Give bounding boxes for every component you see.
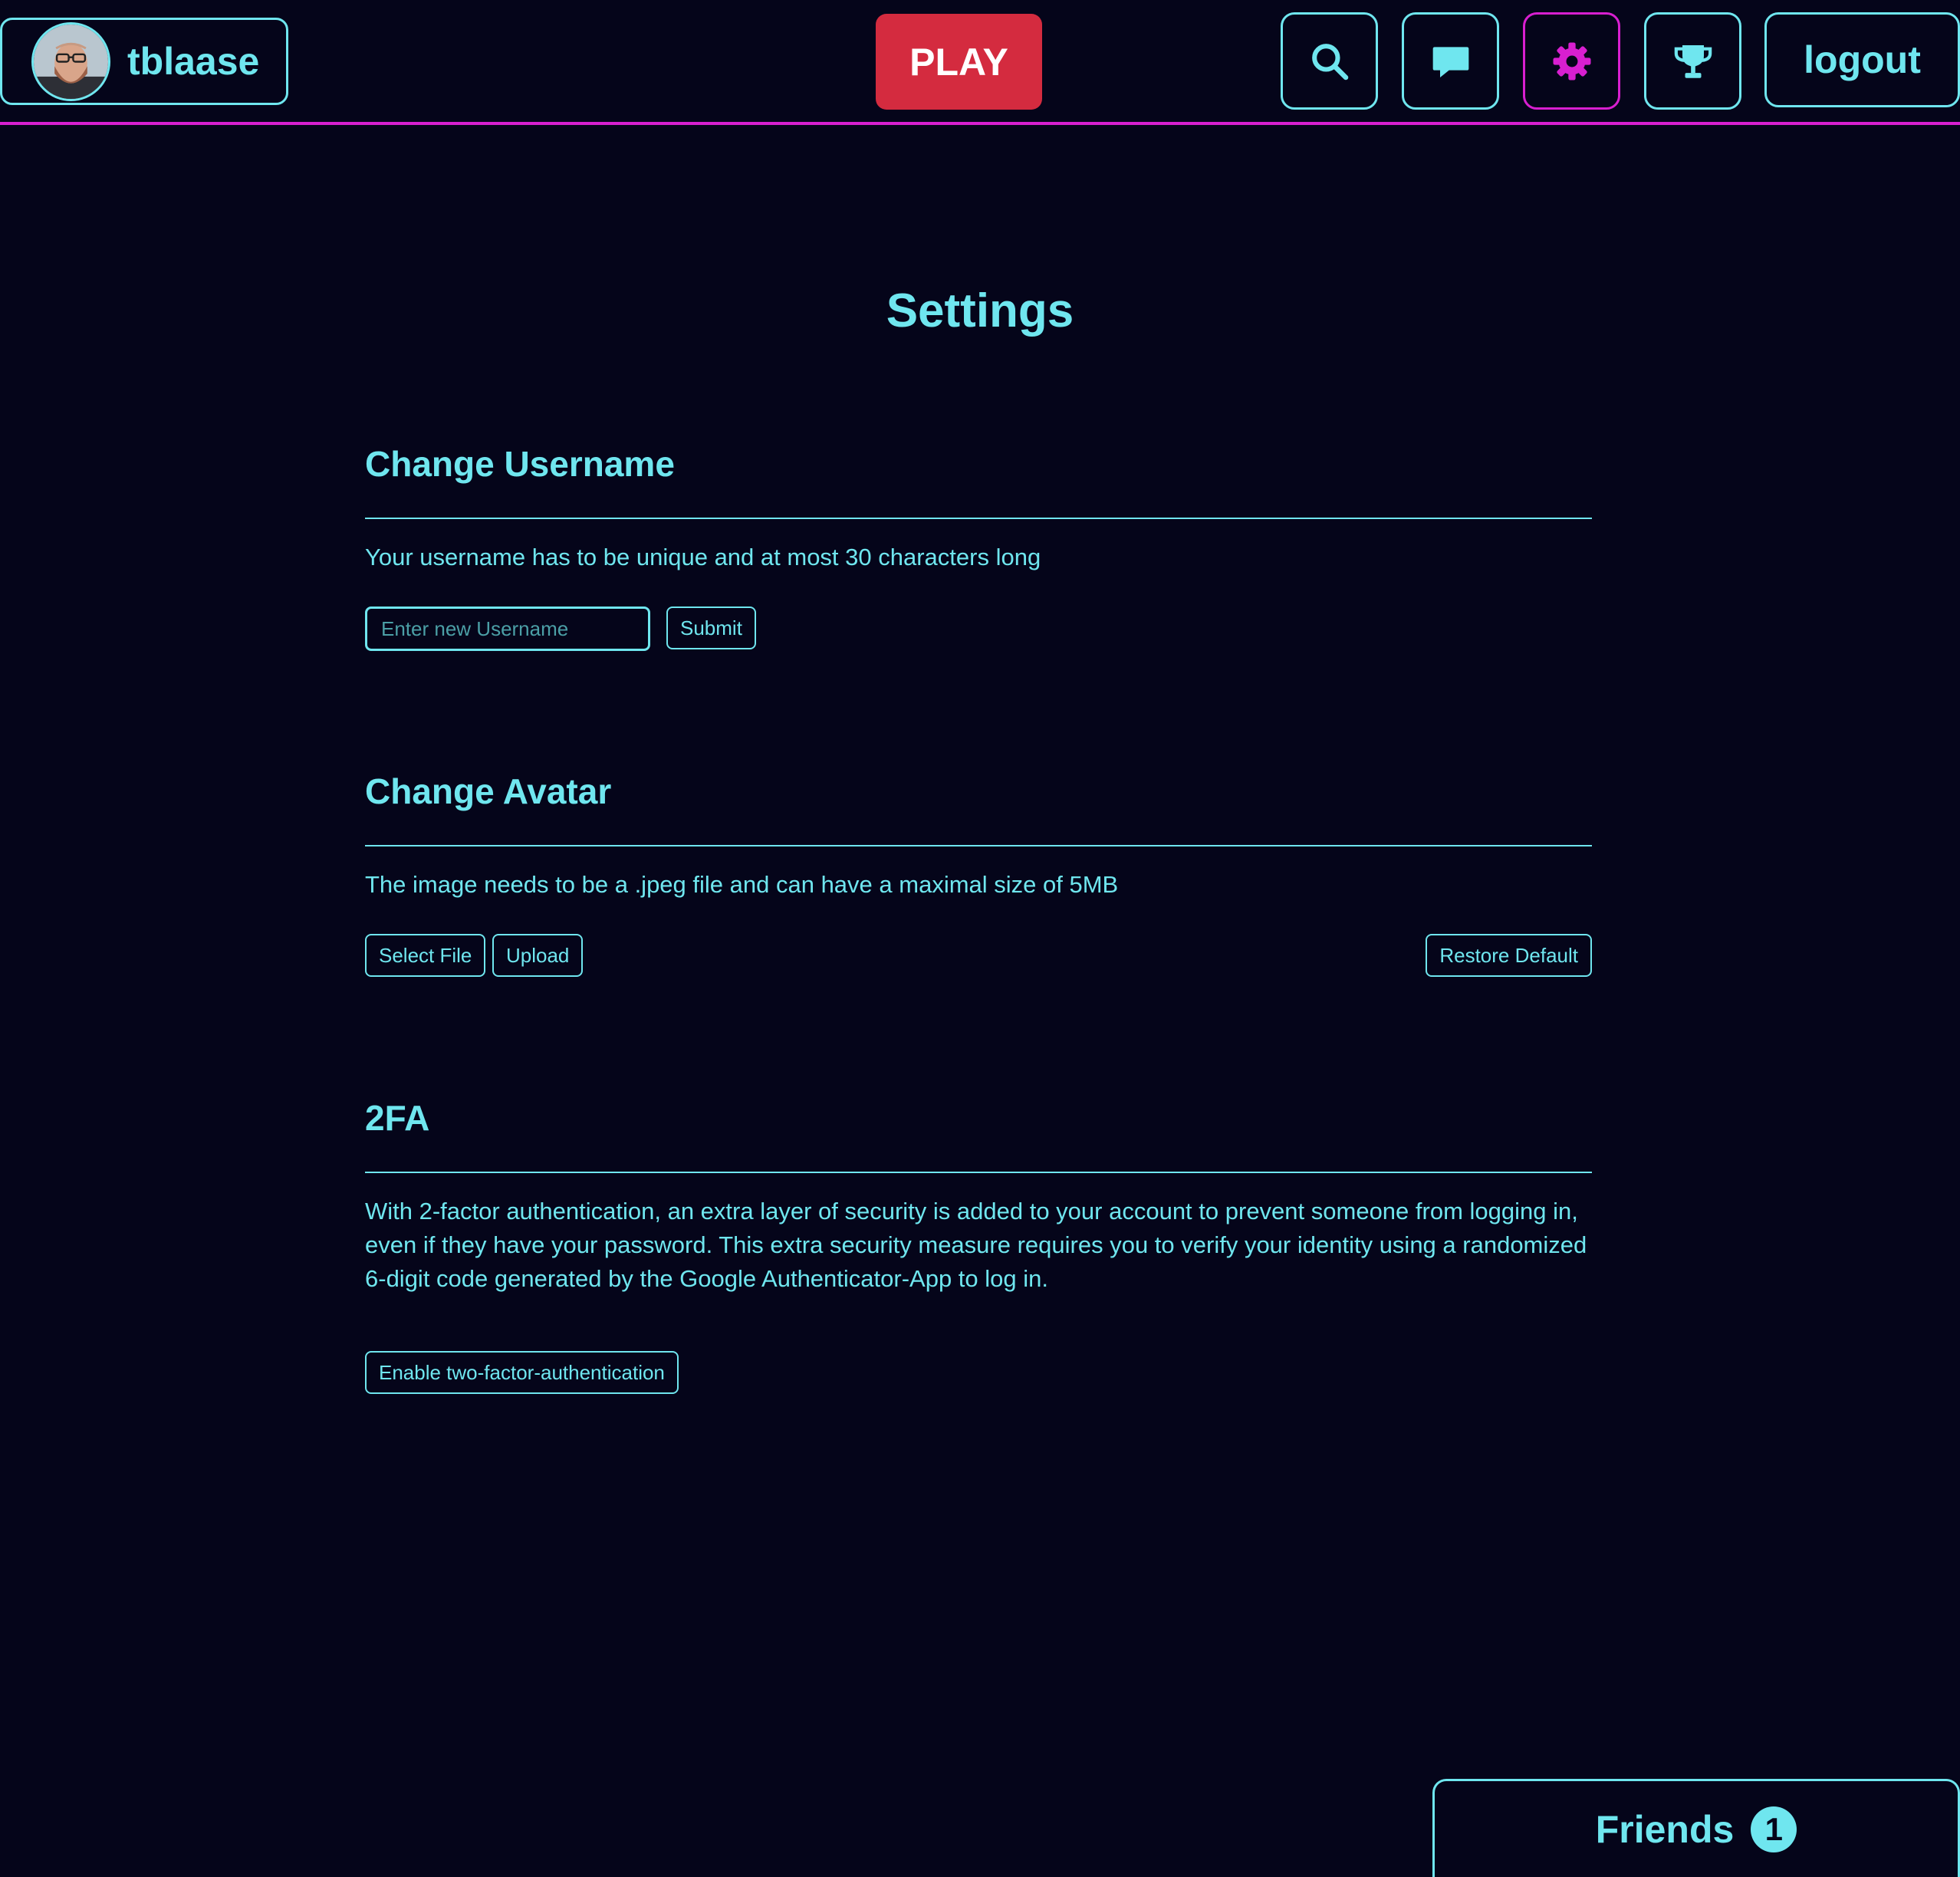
section-heading: Change Avatar xyxy=(365,771,612,811)
friends-button[interactable]: Friends 1 xyxy=(1432,1779,1960,1877)
username-input[interactable] xyxy=(365,606,650,651)
twofa-actions: Enable two-factor-authentication xyxy=(365,1351,1592,1395)
submit-button[interactable]: Submit xyxy=(666,606,756,649)
section-description: The image needs to be a .jpeg file and c… xyxy=(365,871,1119,898)
upload-button[interactable]: Upload xyxy=(492,934,584,977)
username-section: Change Username Your username has to be … xyxy=(365,441,1592,651)
friends-count-badge: 1 xyxy=(1751,1806,1797,1852)
enable-2fa-button[interactable]: Enable two-factor-authentication xyxy=(365,1351,679,1394)
restore-default-button[interactable]: Restore Default xyxy=(1426,934,1592,977)
section-divider xyxy=(365,518,1592,519)
section-divider xyxy=(365,845,1592,846)
friends-label: Friends xyxy=(1595,1807,1735,1851)
username-label: tblaase xyxy=(127,40,260,83)
avatar-image xyxy=(34,24,108,99)
search-icon xyxy=(1311,43,1348,80)
chat-button[interactable] xyxy=(1402,12,1499,110)
section-heading: Change Username xyxy=(365,444,675,484)
trophy-icon xyxy=(1674,44,1712,78)
section-description: With 2-factor authentication, an extra l… xyxy=(365,1198,1587,1292)
avatar-section: Change Avatar The image needs to be a .j… xyxy=(365,768,1592,978)
section-heading: 2FA xyxy=(365,1098,430,1138)
logout-button[interactable]: logout xyxy=(1764,12,1960,107)
page-title: Settings xyxy=(886,284,1074,337)
section-divider xyxy=(365,1172,1592,1173)
section-description: Your username has to be unique and at mo… xyxy=(365,544,1041,570)
select-file-button[interactable]: Select File xyxy=(365,934,486,977)
leaderboard-button[interactable] xyxy=(1644,12,1741,110)
twofa-section: 2FA With 2-factor authentication, an ext… xyxy=(365,1095,1592,1395)
gear-icon xyxy=(1553,42,1590,80)
play-button[interactable]: PLAY xyxy=(876,14,1042,110)
profile-button[interactable]: tblaase xyxy=(0,18,288,105)
avatar xyxy=(31,21,110,101)
username-form: Submit xyxy=(365,606,1592,651)
settings-button[interactable] xyxy=(1523,12,1620,110)
chat-icon xyxy=(1432,46,1468,77)
top-navbar: tblaase PLAY logout xyxy=(0,0,1960,125)
avatar-actions: Select File Upload Restore Default xyxy=(365,934,1592,978)
search-button[interactable] xyxy=(1281,12,1378,110)
